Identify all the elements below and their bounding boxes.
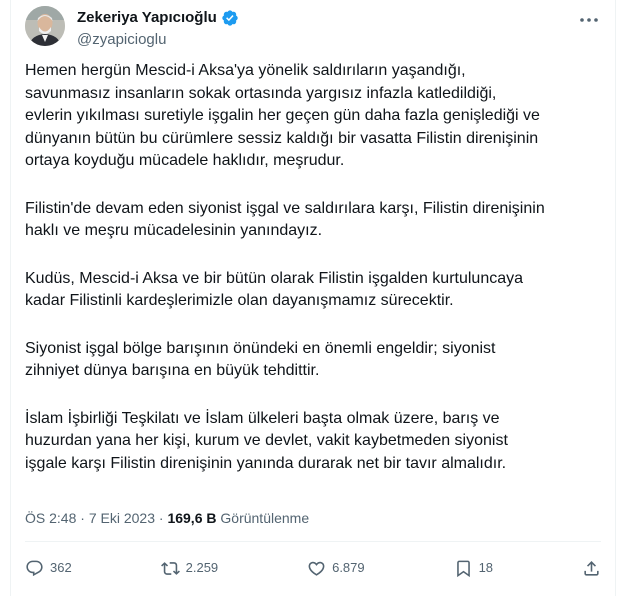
reply-count: 362 xyxy=(50,560,72,575)
tweet-paragraph: Hemen hergün Mescid-i Aksa'ya yönelik sa… xyxy=(25,62,540,169)
tweet-paragraph: Kudüs, Mescid-i Aksa ve bir bütün olarak… xyxy=(25,269,524,310)
meta-separator: · xyxy=(158,510,164,526)
tweet-paragraph: İslam İşbirliği Teşkilatı ve İslam ülkel… xyxy=(25,409,508,472)
verified-badge-icon xyxy=(221,9,239,27)
avatar-image xyxy=(25,6,65,46)
tweet-time[interactable]: ÖS 2:48 xyxy=(25,510,76,526)
share-icon xyxy=(584,560,599,576)
views-count[interactable]: 169,6 B xyxy=(167,510,216,526)
share-button[interactable] xyxy=(582,559,601,578)
avatar[interactable] xyxy=(25,6,65,46)
bookmark-count: 18 xyxy=(478,560,494,575)
action-bar: 362 2.259 6.879 18 xyxy=(25,552,601,584)
divider xyxy=(25,541,601,542)
like-button[interactable]: 6.879 xyxy=(307,559,365,578)
heart-icon xyxy=(308,561,325,576)
bookmark-button[interactable]: 18 xyxy=(454,559,493,578)
more-options-icon[interactable] xyxy=(575,10,603,30)
repost-button[interactable]: 2.259 xyxy=(160,559,219,578)
tweet-card: Zekeriya Yapıcıoğlu @zyapicioglu Hemen h… xyxy=(10,0,616,596)
repost-icon xyxy=(160,561,180,575)
tweet-metadata: ÖS 2:48 · 7 Eki 2023 · 169,6 B Görüntüle… xyxy=(25,508,309,528)
author-name-row: Zekeriya Yapıcıoğlu xyxy=(77,9,239,27)
reply-icon xyxy=(26,560,43,576)
like-count: 6.879 xyxy=(332,560,365,575)
meta-separator: · xyxy=(80,510,85,526)
tweet-paragraph: Siyonist işgal bölge barışının önündeki … xyxy=(25,339,496,380)
repost-count: 2.259 xyxy=(185,560,219,575)
tweet-text: Hemen hergün Mescid-i Aksa'ya yönelik sa… xyxy=(25,60,595,500)
author-handle[interactable]: @zyapicioglu xyxy=(77,31,166,49)
author-display-name[interactable]: Zekeriya Yapıcıoğlu xyxy=(77,9,217,27)
bookmark-icon xyxy=(456,560,470,577)
tweet-header: Zekeriya Yapıcıoğlu @zyapicioglu xyxy=(25,4,603,48)
views-label: Görüntülenme xyxy=(220,510,310,526)
reply-button[interactable]: 362 xyxy=(25,559,72,578)
tweet-paragraph: Filistin'de devam eden siyonist işgal ve… xyxy=(25,199,545,240)
tweet-date[interactable]: 7 Eki 2023 xyxy=(89,510,155,526)
